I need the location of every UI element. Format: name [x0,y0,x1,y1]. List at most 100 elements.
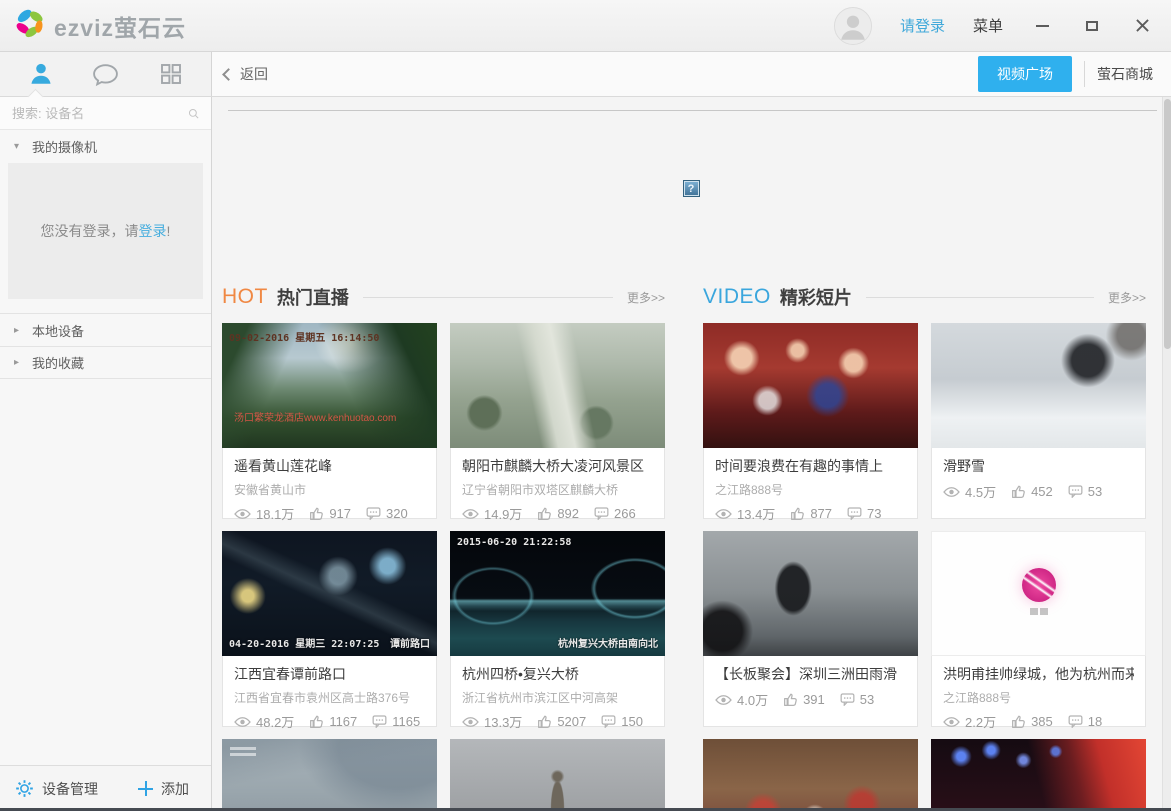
watermark-text: 汤口繁荣龙酒店www.kenhuotao.com [234,409,396,424]
likes-icon [1011,484,1026,499]
video-thumbnail[interactable]: 09-02-2016 星期五 16:14:50 汤口繁荣龙酒店www.kenhu… [222,323,437,448]
add-label: 添加 [161,779,189,799]
osd-caption: 杭州复兴大桥由南向北 [558,635,658,650]
live-card-partial[interactable] [450,739,665,811]
video-thumbnail[interactable] [703,531,918,656]
login-link[interactable]: 请登录 [900,15,945,36]
live-card-partial[interactable] [222,739,437,811]
likes-count: 385 [1031,714,1053,729]
comments-count: 1165 [392,714,420,729]
video-thumbnail[interactable] [703,323,918,448]
card-title: 洪明甫挂帅绿城，他为杭州而来... [943,664,1134,684]
video-thumbnail[interactable] [931,531,1146,656]
comments-count: 18 [1088,714,1102,729]
card-location: 浙江省杭州市滨江区中河高架 [462,689,653,706]
close-icon [1136,19,1149,32]
card-location: 安徽省黄山市 [234,481,425,498]
tab-messages[interactable] [81,52,131,96]
more-link-video[interactable]: 更多>> [1108,289,1146,306]
login-notice-link[interactable]: 登录 [139,223,167,239]
views-icon [234,508,251,520]
card-title: 朝阳市麒麟大桥大凌河风景区 [462,456,653,476]
live-card[interactable]: 04-20-2016 星期三 22:07:25 谭前路口 江西宜春谭前路口 江西… [222,531,437,727]
comments-count: 53 [1088,484,1102,499]
back-button[interactable]: 返回 [224,64,268,84]
comments-icon [840,693,855,706]
maximize-button[interactable] [1081,15,1103,37]
login-notice-panel: 您没有登录，请登录! [8,163,203,299]
more-link-hot[interactable]: 更多>> [627,289,665,306]
likes-count: 892 [557,506,579,521]
video-thumbnail-partial[interactable] [450,739,665,811]
broken-image-icon: ? [683,180,700,197]
card-info: 时间要浪费在有趣的事情上 之江路888号 13.4万 877 73 [703,448,918,519]
clip-card[interactable]: 洪明甫挂帅绿城，他为杭州而来... 之江路888号 2.2万 385 18 [931,531,1146,727]
card-info: 滑野雪 4.5万 452 53 [931,448,1146,519]
scrollbar-thumb[interactable] [1164,99,1171,349]
banner-divider [228,110,1157,111]
video-thumbnail[interactable]: 2015-06-20 21:22:58 杭州复兴大桥由南向北 [450,531,665,656]
clip-card-partial[interactable] [931,739,1146,811]
likes-icon [309,714,324,729]
views-icon [462,716,479,728]
section-rule [866,297,1094,298]
vertical-scrollbar[interactable] [1162,97,1171,811]
sub-header: 返回 视频广场 萤石商城 [0,52,1171,97]
sidebar-group-local-devices[interactable]: ▸ 本地设备 [0,313,211,346]
views-icon [943,486,960,498]
clip-card[interactable]: 【长板聚会】深圳三洲田雨滑 4.0万 391 53 [703,531,918,727]
clip-card[interactable]: 时间要浪费在有趣的事情上 之江路888号 13.4万 877 73 [703,323,918,519]
ezviz-mall-link[interactable]: 萤石商城 [1097,64,1157,84]
sidebar-group-favorites[interactable]: ▸ 我的收藏 [0,346,211,379]
minimize-button[interactable] [1031,15,1053,37]
likes-count: 1167 [329,714,357,729]
comments-icon [372,715,387,728]
comments-icon [366,507,381,520]
tab-my-devices[interactable] [16,52,66,96]
device-manage-button[interactable]: 设备管理 [15,779,98,799]
add-device-button[interactable]: 添加 [138,779,189,799]
likes-count: 917 [329,506,351,521]
video-thumbnail-partial[interactable] [222,739,437,811]
device-search-input[interactable] [12,106,188,121]
likes-count: 391 [803,692,825,707]
views-count: 4.5万 [965,482,996,501]
osd-timestamp: 09-02-2016 星期五 16:14:50 [229,329,379,344]
card-location: 之江路888号 [715,481,906,498]
section-title: 热门直播 [277,284,349,310]
menu-button[interactable]: 菜单 [973,15,1003,36]
video-thumbnail[interactable] [931,323,1146,448]
comments-count: 320 [386,506,408,521]
live-card[interactable]: 朝阳市麒麟大桥大凌河风景区 辽宁省朝阳市双塔区麒麟大桥 14.9万 892 26… [450,323,665,519]
views-icon [715,508,732,520]
live-card[interactable]: 2015-06-20 21:22:58 杭州复兴大桥由南向北 杭州四桥•复兴大桥… [450,531,665,727]
app-window: ezviz萤石云 请登录 菜单 [0,0,1171,811]
user-avatar[interactable] [834,7,872,45]
clip-card-partial[interactable] [703,739,918,811]
video-thumbnail-partial[interactable] [931,739,1146,811]
views-icon [234,716,251,728]
grid-icon [159,62,183,86]
sidebar-tabs [0,52,212,96]
maximize-icon [1086,21,1098,31]
video-thumbnail-partial[interactable] [703,739,918,811]
likes-icon [790,506,805,521]
expand-arrow-icon: ▸ [14,357,24,368]
video-thumbnail[interactable]: 04-20-2016 星期三 22:07:25 谭前路口 [222,531,437,656]
search-bar [0,97,211,130]
clip-card[interactable]: 滑野雪 4.5万 452 53 [931,323,1146,519]
pink-logo-icon [1022,568,1056,602]
section-header: HOT 热门直播 更多>> [222,283,665,311]
card-info: 遥看黄山莲花峰 安徽省黄山市 18.1万 917 320 [222,448,437,519]
likes-icon [309,506,324,521]
close-button[interactable] [1131,15,1153,37]
search-icon[interactable] [188,105,199,122]
live-card[interactable]: 09-02-2016 星期五 16:14:50 汤口繁荣龙酒店www.kenhu… [222,323,437,519]
video-thumbnail[interactable] [450,323,665,448]
video-plaza-button[interactable]: 视频广场 [978,56,1072,92]
tab-apps[interactable] [146,52,196,96]
sidebar-group-my-cameras[interactable]: ▾ 我的摄像机 [0,130,211,163]
views-icon [715,694,732,706]
card-stats: 2.2万 385 18 [943,712,1134,731]
ezviz-logo-icon [14,7,46,44]
